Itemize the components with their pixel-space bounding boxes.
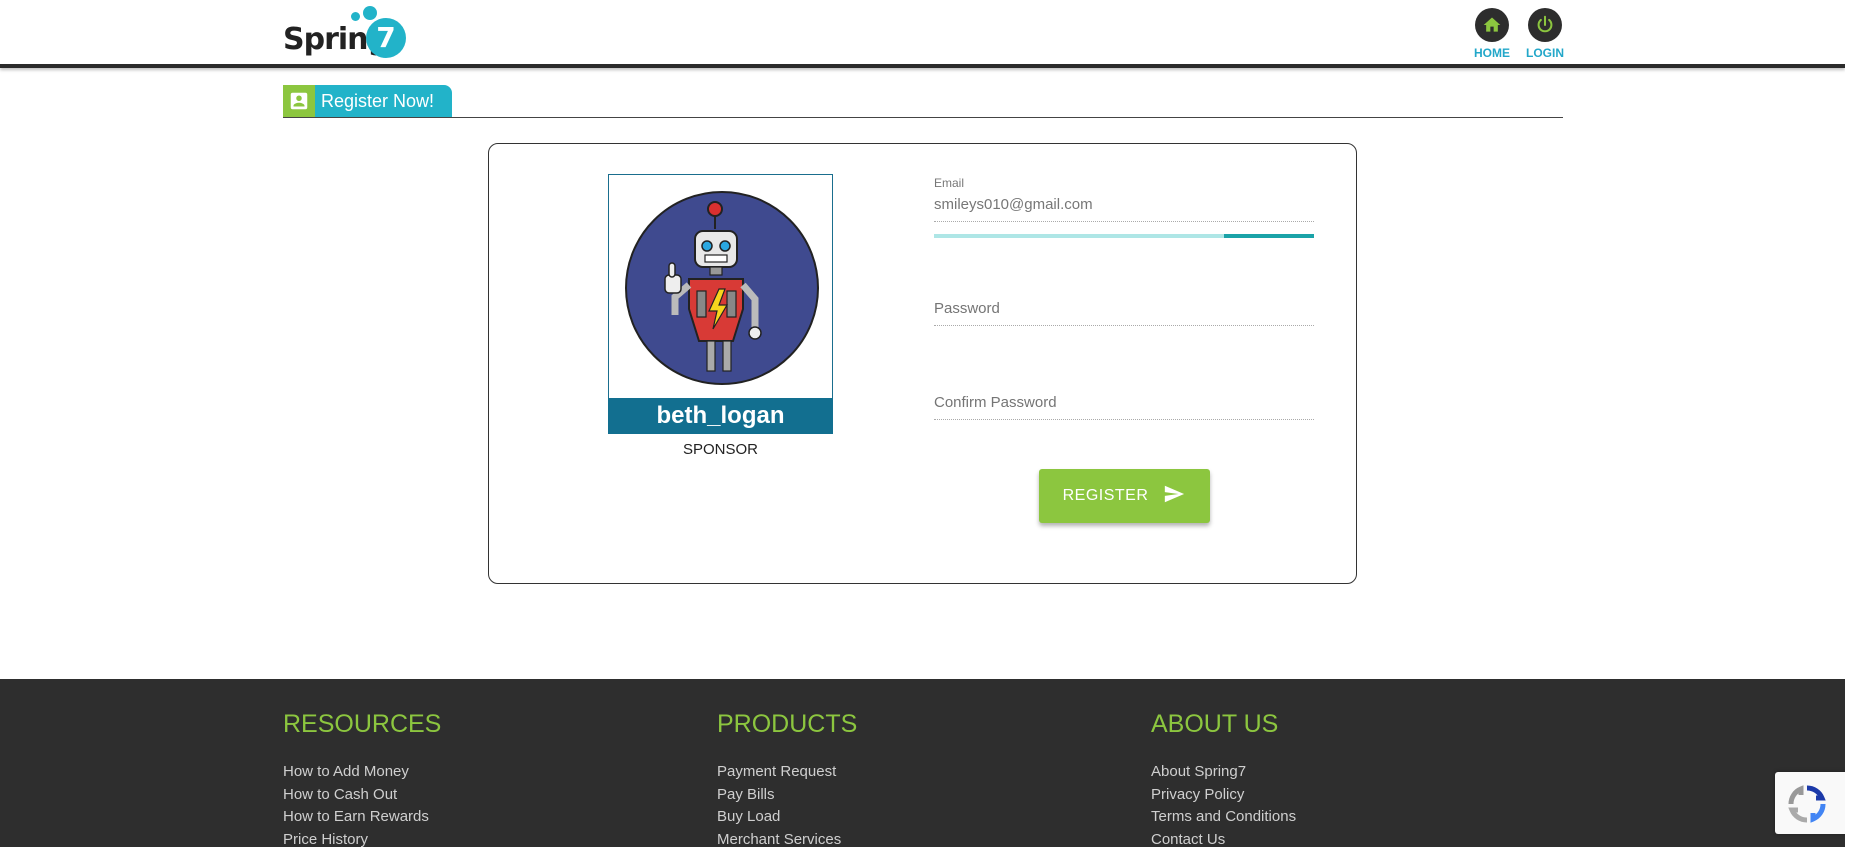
window-edge [1845, 0, 1855, 847]
footer-link[interactable]: How to Cash Out [283, 784, 441, 807]
email-progress-fill [1224, 234, 1314, 238]
confirm-password-field-group [934, 388, 1314, 420]
footer-link[interactable]: Contact Us [1151, 829, 1296, 851]
footer-link[interactable]: Terms and Conditions [1151, 806, 1296, 829]
footer-link[interactable]: Buy Load [717, 806, 857, 829]
footer-link[interactable]: Merchant Services [717, 829, 857, 851]
robot-avatar [625, 191, 819, 385]
footer-link[interactable]: About Spring7 [1151, 761, 1296, 784]
recaptcha-badge[interactable] [1775, 772, 1855, 834]
footer-about-title: ABOUT US [1151, 710, 1279, 738]
sponsor-avatar-frame [608, 174, 833, 399]
section-title: Register Now! [283, 85, 453, 117]
email-label: Email [934, 176, 965, 190]
sponsor-role-label: SPONSOR [682, 441, 758, 458]
password-field[interactable] [934, 294, 1314, 326]
confirm-password-field[interactable] [934, 388, 1314, 420]
home-icon [1475, 8, 1509, 42]
logo-dot [351, 12, 360, 21]
footer-resources-title: RESOURCES [283, 710, 442, 738]
footer-link[interactable]: Payment Request [717, 761, 857, 784]
nav-home-label: HOME [1474, 46, 1510, 60]
email-field[interactable]: smileys010@gmail.com [934, 190, 1314, 222]
power-icon [1528, 8, 1562, 42]
email-progress-bar [934, 234, 1314, 238]
nav-home-button[interactable]: HOME [1462, 8, 1522, 60]
footer-about: ABOUT US About Spring7 Privacy Policy Te… [1151, 710, 1296, 851]
footer-resources: RESOURCES How to Add Money How to Cash O… [283, 710, 441, 851]
footer-link[interactable]: How to Add Money [283, 761, 441, 784]
account-box-icon [283, 85, 315, 117]
footer-products: PRODUCTS Payment Request Pay Bills Buy L… [717, 710, 857, 851]
section-title-text: Register Now! [315, 85, 453, 117]
register-button-label: REGISTER [1062, 487, 1149, 504]
logo-number: 7 [366, 18, 406, 58]
section-divider [283, 117, 1563, 118]
footer-link[interactable]: Price History [283, 829, 441, 851]
footer-link[interactable]: Pay Bills [717, 784, 857, 807]
spring7-logo[interactable]: Spring 7 [283, 6, 408, 58]
top-header: Spring 7 HOME LOGIN [0, 0, 1845, 68]
logo-dot [363, 6, 377, 20]
sponsor-username: beth_logan [608, 398, 833, 434]
register-button[interactable]: REGISTER [1039, 469, 1210, 523]
password-field-group [934, 294, 1314, 326]
site-footer [0, 679, 1845, 847]
footer-link[interactable]: How to Earn Rewards [283, 806, 441, 829]
recaptcha-icon [1787, 784, 1827, 829]
send-icon [1162, 483, 1186, 510]
nav-login-label: LOGIN [1526, 46, 1564, 60]
footer-link[interactable]: Privacy Policy [1151, 784, 1296, 807]
footer-products-title: PRODUCTS [717, 710, 858, 738]
nav-login-button[interactable]: LOGIN [1515, 8, 1575, 60]
email-field-group: Email smileys010@gmail.com [934, 176, 1314, 222]
